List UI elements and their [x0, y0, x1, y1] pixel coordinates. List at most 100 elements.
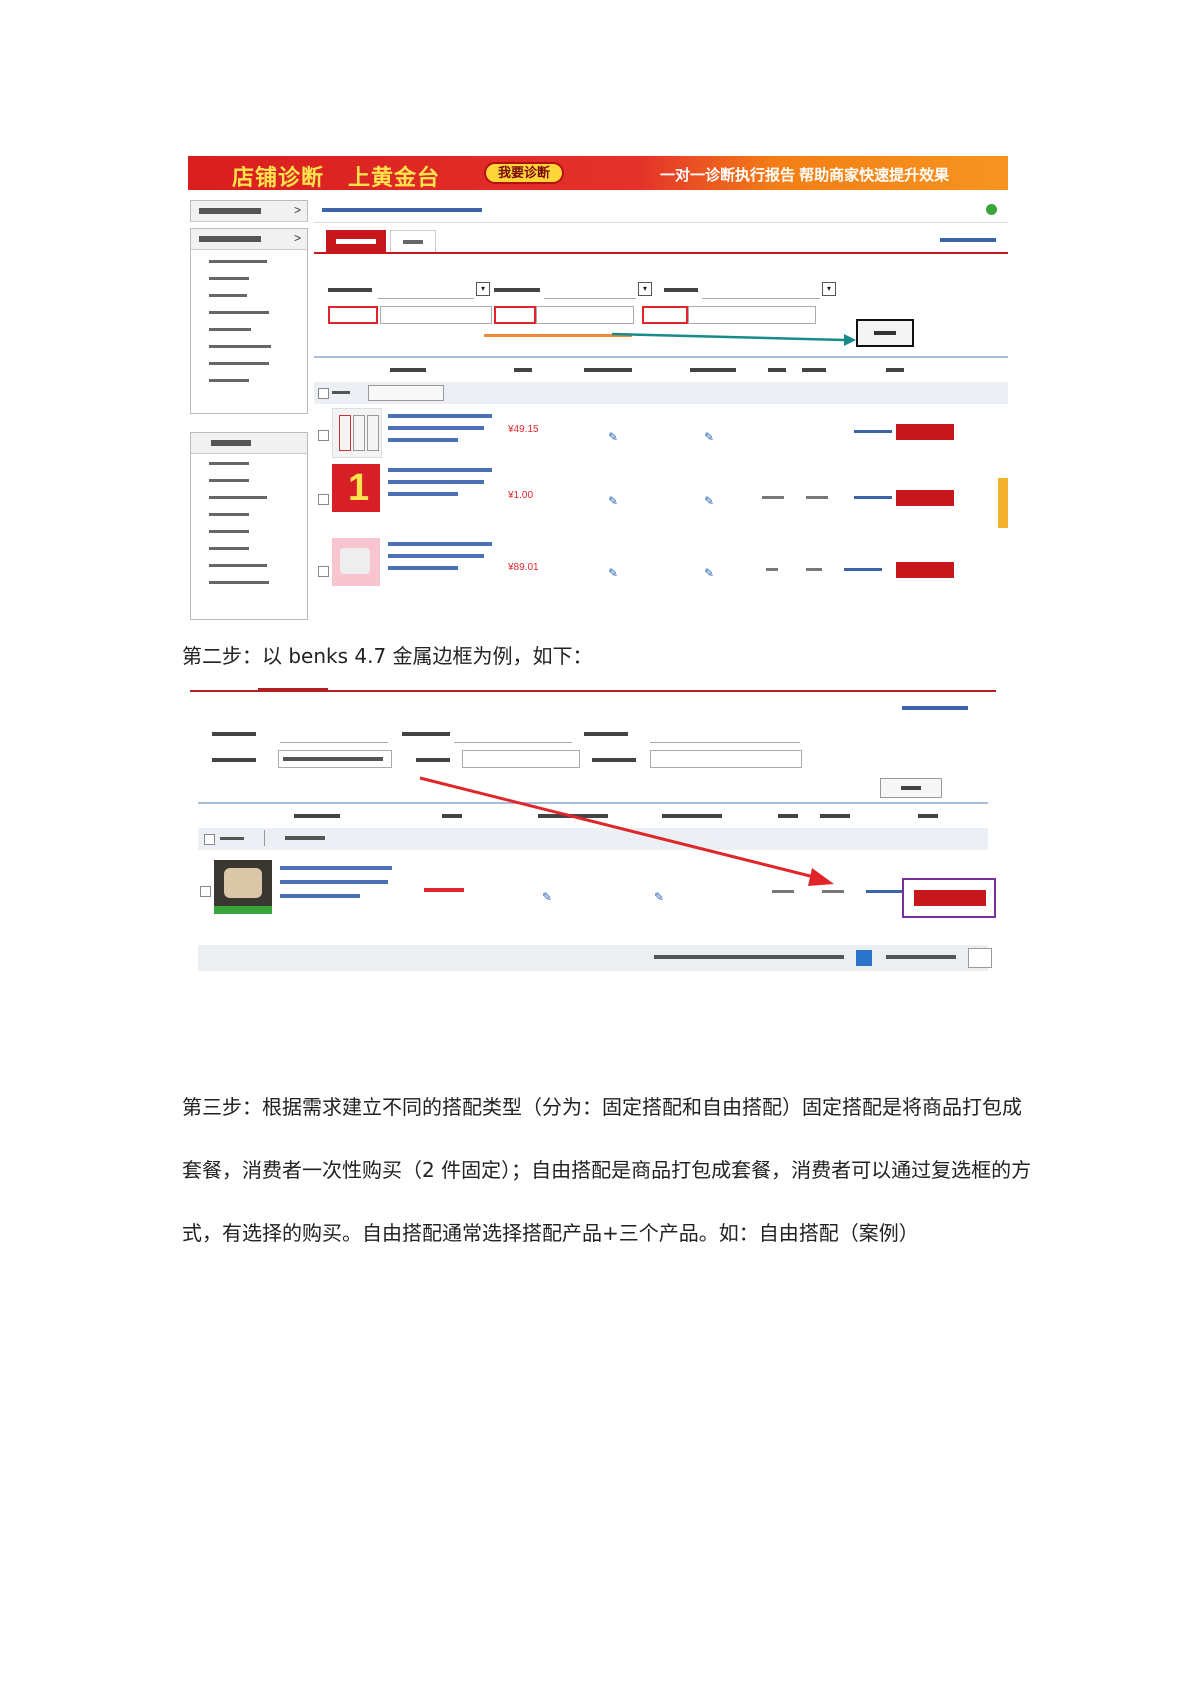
sidebar-item[interactable] [209, 530, 249, 533]
table-row: 1 ¥1.00 ✎ ✎ [314, 448, 1008, 528]
current-page[interactable] [856, 950, 872, 966]
filter-label [416, 758, 450, 762]
breadcrumb [314, 200, 1008, 223]
view-link[interactable] [844, 568, 882, 571]
filter-select[interactable] [454, 726, 572, 743]
highlight-box [902, 878, 996, 918]
tab-inactive[interactable] [390, 230, 436, 252]
sidebar-item[interactable] [209, 379, 249, 382]
text-input[interactable] [278, 750, 392, 768]
sidebar-item[interactable] [209, 479, 249, 482]
text-input[interactable] [688, 306, 816, 324]
sidebar-item[interactable] [209, 462, 249, 465]
highlighted-label [642, 306, 688, 324]
filter-label [212, 732, 256, 736]
edit-icon[interactable]: ✎ [704, 566, 714, 580]
banner-title-mid: 上黄金台 [348, 165, 441, 190]
product-title[interactable] [388, 468, 492, 472]
table-row: ¥49.15 ✎ ✎ [314, 384, 1008, 458]
sidebar-section-header[interactable]: > [191, 201, 307, 222]
batch-button[interactable] [264, 830, 341, 846]
search-button[interactable] [880, 778, 942, 798]
breadcrumb-links[interactable] [322, 208, 482, 212]
create-package-button[interactable] [896, 424, 954, 440]
create-package-button[interactable] [914, 890, 986, 906]
step3-paragraph: 第三步：根据需求建立不同的搭配类型（分为：固定搭配和自由搭配）固定搭配是将商品打… [182, 1095, 1032, 1245]
side-float-tab[interactable] [998, 478, 1008, 528]
edit-icon[interactable]: ✎ [704, 494, 714, 508]
view-link[interactable] [866, 890, 904, 893]
row-checkbox[interactable] [318, 494, 329, 505]
product-thumbnail[interactable] [214, 860, 272, 914]
sidebar-item[interactable] [209, 513, 249, 516]
sidebar-item[interactable] [209, 547, 249, 550]
search-button[interactable] [856, 319, 914, 347]
arrow-annotation [419, 776, 834, 886]
top-right-link[interactable] [940, 238, 996, 242]
edit-icon[interactable]: ✎ [704, 430, 714, 444]
text-input[interactable] [380, 306, 492, 324]
screenshot-2: ✎ ✎ [190, 688, 1000, 978]
product-title[interactable] [280, 866, 392, 870]
select-all-checkbox[interactable] [204, 834, 215, 845]
view-link[interactable] [854, 430, 892, 433]
filter-select[interactable] [544, 282, 636, 299]
product-thumbnail[interactable] [332, 538, 380, 586]
filter-select[interactable] [378, 282, 474, 299]
sidebar-item[interactable] [209, 345, 271, 348]
edit-icon[interactable]: ✎ [608, 494, 618, 508]
step2-caption: 第二步：以 benks 4.7 金属边框为例，如下： [182, 644, 593, 668]
help-link[interactable] [986, 204, 1000, 217]
sidebar-section-tools: > [190, 228, 308, 414]
go-button[interactable] [968, 948, 992, 968]
tab-active[interactable] [326, 230, 386, 252]
text-input[interactable] [650, 750, 802, 768]
highlighted-label [494, 306, 536, 324]
sidebar-section-services[interactable]: > [190, 200, 308, 222]
diagnosis-banner[interactable]: 店铺诊断 上黄金台 我要诊断 一对一诊断执行报告 帮助商家快速提升效果 [188, 156, 1008, 190]
product-price: ¥89.01 [508, 562, 539, 573]
edit-icon[interactable]: ✎ [608, 566, 618, 580]
sidebar-item[interactable] [209, 362, 269, 365]
product-title[interactable] [388, 414, 492, 418]
diagnose-button[interactable]: 我要诊断 [484, 162, 564, 184]
banner-slogan: 一对一诊断执行报告 帮助商家快速提升效果 [660, 167, 950, 184]
sidebar-item[interactable] [209, 581, 269, 584]
chevron-down-icon[interactable]: ▾ [638, 282, 652, 296]
chevron-down-icon[interactable]: ▾ [822, 282, 836, 296]
create-package-button[interactable] [896, 562, 954, 578]
filter-select[interactable] [650, 726, 800, 743]
filter-select[interactable] [702, 282, 820, 299]
product-price: ¥49.15 [508, 424, 539, 435]
filter-label [328, 288, 372, 292]
top-right-link[interactable] [902, 706, 968, 710]
highlighted-label [328, 306, 378, 324]
text-input[interactable] [462, 750, 580, 768]
tab-active[interactable] [258, 688, 328, 692]
text-input[interactable] [536, 306, 634, 324]
row-checkbox[interactable] [318, 430, 329, 441]
tab-bar [314, 228, 1008, 254]
sidebar-item[interactable] [209, 564, 267, 567]
row-checkbox[interactable] [318, 566, 329, 577]
filter-label [494, 288, 540, 292]
sidebar-section-store [190, 432, 308, 620]
product-thumbnail[interactable]: 1 [332, 464, 380, 512]
sidebar-item[interactable] [209, 496, 267, 499]
sidebar-item[interactable] [209, 311, 269, 314]
sidebar-section-header[interactable]: > [191, 229, 307, 250]
sidebar-item[interactable] [209, 260, 267, 263]
sidebar-item[interactable] [209, 277, 249, 280]
row-checkbox[interactable] [200, 886, 211, 897]
filter-label [664, 288, 698, 292]
product-title[interactable] [388, 542, 492, 546]
sidebar-section-header[interactable] [191, 433, 307, 454]
sidebar-item[interactable] [209, 328, 251, 331]
create-package-button[interactable] [896, 490, 954, 506]
filter-select[interactable] [280, 726, 388, 743]
table-row: ¥89.01 ✎ ✎ [314, 522, 1008, 586]
sidebar-item[interactable] [209, 294, 247, 297]
view-link[interactable] [854, 496, 892, 499]
edit-icon[interactable]: ✎ [608, 430, 618, 444]
chevron-down-icon[interactable]: ▾ [476, 282, 490, 296]
